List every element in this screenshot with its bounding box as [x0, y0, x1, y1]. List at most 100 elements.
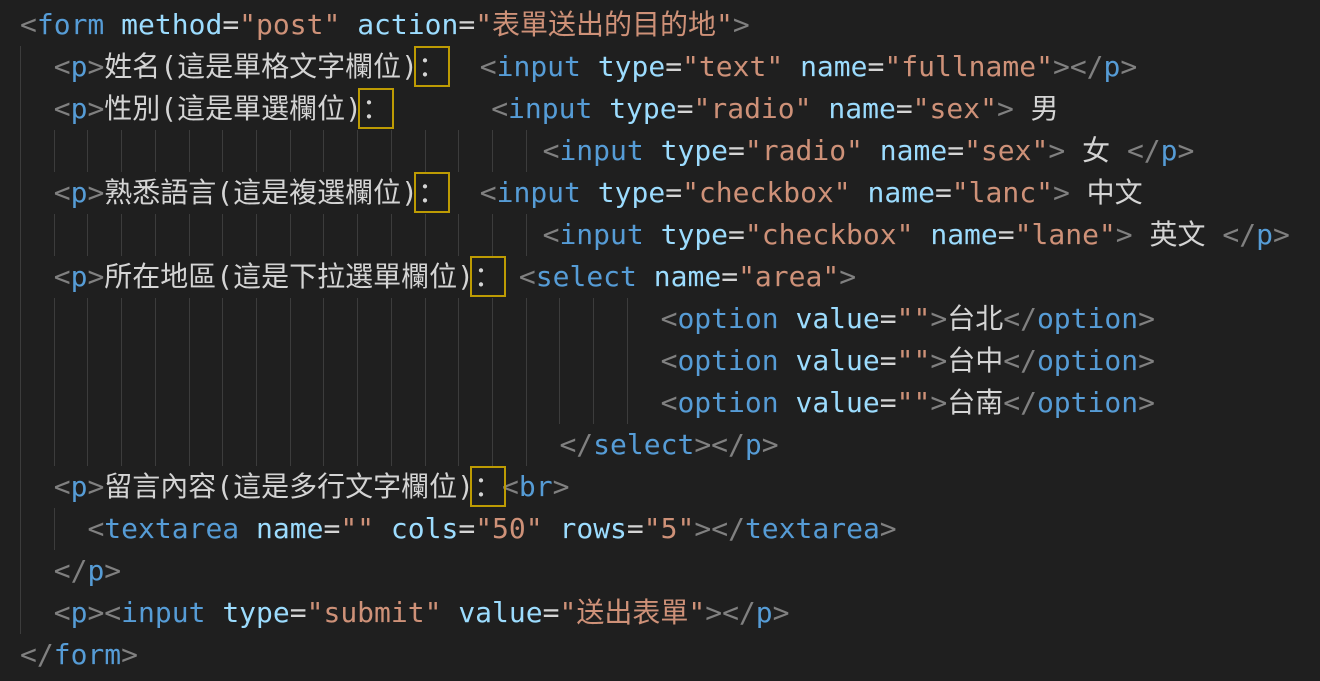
unicode-highlight-colon: ：	[418, 50, 446, 83]
syntax-text: 性別(這是單選欄位)	[104, 92, 362, 125]
syntax-punctuation: >	[733, 8, 750, 41]
code-line-text: <input type="radio" name="sex"> 女 </p>	[20, 134, 1194, 167]
syntax-text: =	[998, 218, 1015, 251]
syntax-text	[20, 92, 54, 125]
syntax-tag-name: p	[1104, 50, 1121, 83]
code-line[interactable]: <p>留言內容(這是多行文字欄位)：<br>	[20, 466, 1320, 508]
syntax-string: "text"	[682, 50, 783, 83]
syntax-tag-name: option	[677, 386, 778, 419]
syntax-string: "sex"	[964, 134, 1048, 167]
syntax-attribute-name: method	[121, 8, 222, 41]
syntax-attribute-name: type	[598, 176, 665, 209]
syntax-attribute-name: type	[661, 134, 728, 167]
code-line[interactable]: <p>姓名(這是單格文字欄位)： <input type="text" name…	[20, 46, 1320, 88]
syntax-text: 留言內容(這是多行文字欄位)	[104, 470, 474, 503]
syntax-punctuation: <	[661, 344, 678, 377]
code-line[interactable]: </form>	[20, 634, 1320, 676]
syntax-text	[592, 92, 609, 125]
code-line[interactable]: </select></p>	[20, 424, 1320, 466]
syntax-text	[446, 176, 480, 209]
unicode-highlight-colon: ：	[474, 260, 502, 293]
syntax-string: ""	[897, 302, 931, 335]
syntax-punctuation: <	[502, 470, 519, 503]
syntax-text	[20, 554, 54, 587]
unicode-highlight-colon: ：	[362, 92, 390, 125]
syntax-text: =	[728, 134, 745, 167]
code-editor[interactable]: <form method="post" action="表單送出的目的地"> <…	[0, 0, 1320, 681]
syntax-punctuation: >	[762, 428, 779, 461]
syntax-text	[644, 134, 661, 167]
syntax-punctuation: </	[1070, 50, 1104, 83]
syntax-text	[581, 50, 598, 83]
code-line[interactable]: <input type="checkbox" name="lane"> 英文 <…	[20, 214, 1320, 256]
syntax-text: =	[880, 344, 897, 377]
syntax-text: 所在地區(這是下拉選單欄位)	[104, 260, 474, 293]
syntax-tag-name: input	[497, 176, 581, 209]
syntax-punctuation: </	[1127, 134, 1161, 167]
syntax-string: "post"	[239, 8, 340, 41]
syntax-string: "area"	[738, 260, 839, 293]
syntax-punctuation: <	[20, 8, 37, 41]
syntax-text	[779, 344, 796, 377]
syntax-punctuation: <	[104, 596, 121, 629]
syntax-text: =	[896, 92, 913, 125]
code-line[interactable]: <p>性別(這是單選欄位)： <input type="radio" name=…	[20, 88, 1320, 130]
unicode-highlight-colon: ：	[418, 176, 446, 209]
syntax-punctuation: >	[705, 596, 722, 629]
syntax-text	[20, 50, 54, 83]
code-line[interactable]: <textarea name="" cols="50" rows="5"></t…	[20, 508, 1320, 550]
syntax-punctuation: <	[54, 92, 71, 125]
code-line[interactable]: <input type="radio" name="sex"> 女 </p>	[20, 130, 1320, 172]
syntax-punctuation: <	[54, 470, 71, 503]
code-line-text: </select></p>	[20, 428, 779, 461]
syntax-tag-name: textarea	[745, 512, 880, 545]
syntax-tag-name: option	[1037, 302, 1138, 335]
syntax-text: =	[627, 512, 644, 545]
syntax-text	[637, 260, 654, 293]
syntax-punctuation: <	[661, 302, 678, 335]
syntax-text: =	[458, 8, 475, 41]
code-line[interactable]: <option value="">台中</option>	[20, 340, 1320, 382]
syntax-tag-name: option	[1037, 386, 1138, 419]
syntax-tag-name: input	[559, 218, 643, 251]
syntax-punctuation: >	[1178, 134, 1195, 167]
syntax-text	[20, 386, 661, 419]
syntax-text	[812, 92, 829, 125]
syntax-text: =	[947, 134, 964, 167]
syntax-text	[20, 428, 559, 461]
code-line[interactable]: <form method="post" action="表單送出的目的地">	[20, 4, 1320, 46]
syntax-tag-name: input	[508, 92, 592, 125]
syntax-attribute-name: name	[930, 218, 997, 251]
syntax-punctuation: >	[930, 386, 947, 419]
syntax-text: =	[677, 92, 694, 125]
syntax-punctuation: >	[694, 512, 711, 545]
syntax-text: =	[728, 218, 745, 251]
syntax-punctuation: </	[54, 554, 88, 587]
code-line[interactable]: <option value="">台南</option>	[20, 382, 1320, 424]
syntax-punctuation: >	[1120, 50, 1137, 83]
syntax-tag-name: p	[1161, 134, 1178, 167]
syntax-tag-name: p	[756, 596, 773, 629]
syntax-text	[374, 512, 391, 545]
code-line[interactable]: <p>所在地區(這是下拉選單欄位)： <select name="area">	[20, 256, 1320, 298]
syntax-text	[20, 302, 661, 335]
code-line[interactable]: <p><input type="submit" value="送出表單"></p…	[20, 592, 1320, 634]
syntax-attribute-name: type	[661, 218, 728, 251]
syntax-tag-name: p	[745, 428, 762, 461]
syntax-punctuation: </	[20, 638, 54, 671]
code-line[interactable]: </p>	[20, 550, 1320, 592]
syntax-punctuation: </	[711, 428, 745, 461]
code-line[interactable]: <option value="">台北</option>	[20, 298, 1320, 340]
syntax-punctuation: >	[1138, 386, 1155, 419]
syntax-tag-name: p	[71, 596, 88, 629]
code-line[interactable]: <p>熟悉語言(這是複選欄位)： <input type="checkbox" …	[20, 172, 1320, 214]
syntax-tag-name: p	[71, 470, 88, 503]
syntax-punctuation: </	[1003, 386, 1037, 419]
syntax-string: ""	[897, 344, 931, 377]
syntax-attribute-name: type	[609, 92, 676, 125]
syntax-text: =	[543, 596, 560, 629]
code-line-text: </form>	[20, 638, 138, 671]
syntax-punctuation: <	[491, 92, 508, 125]
syntax-text: 中文	[1070, 176, 1143, 209]
syntax-attribute-name: value	[458, 596, 542, 629]
